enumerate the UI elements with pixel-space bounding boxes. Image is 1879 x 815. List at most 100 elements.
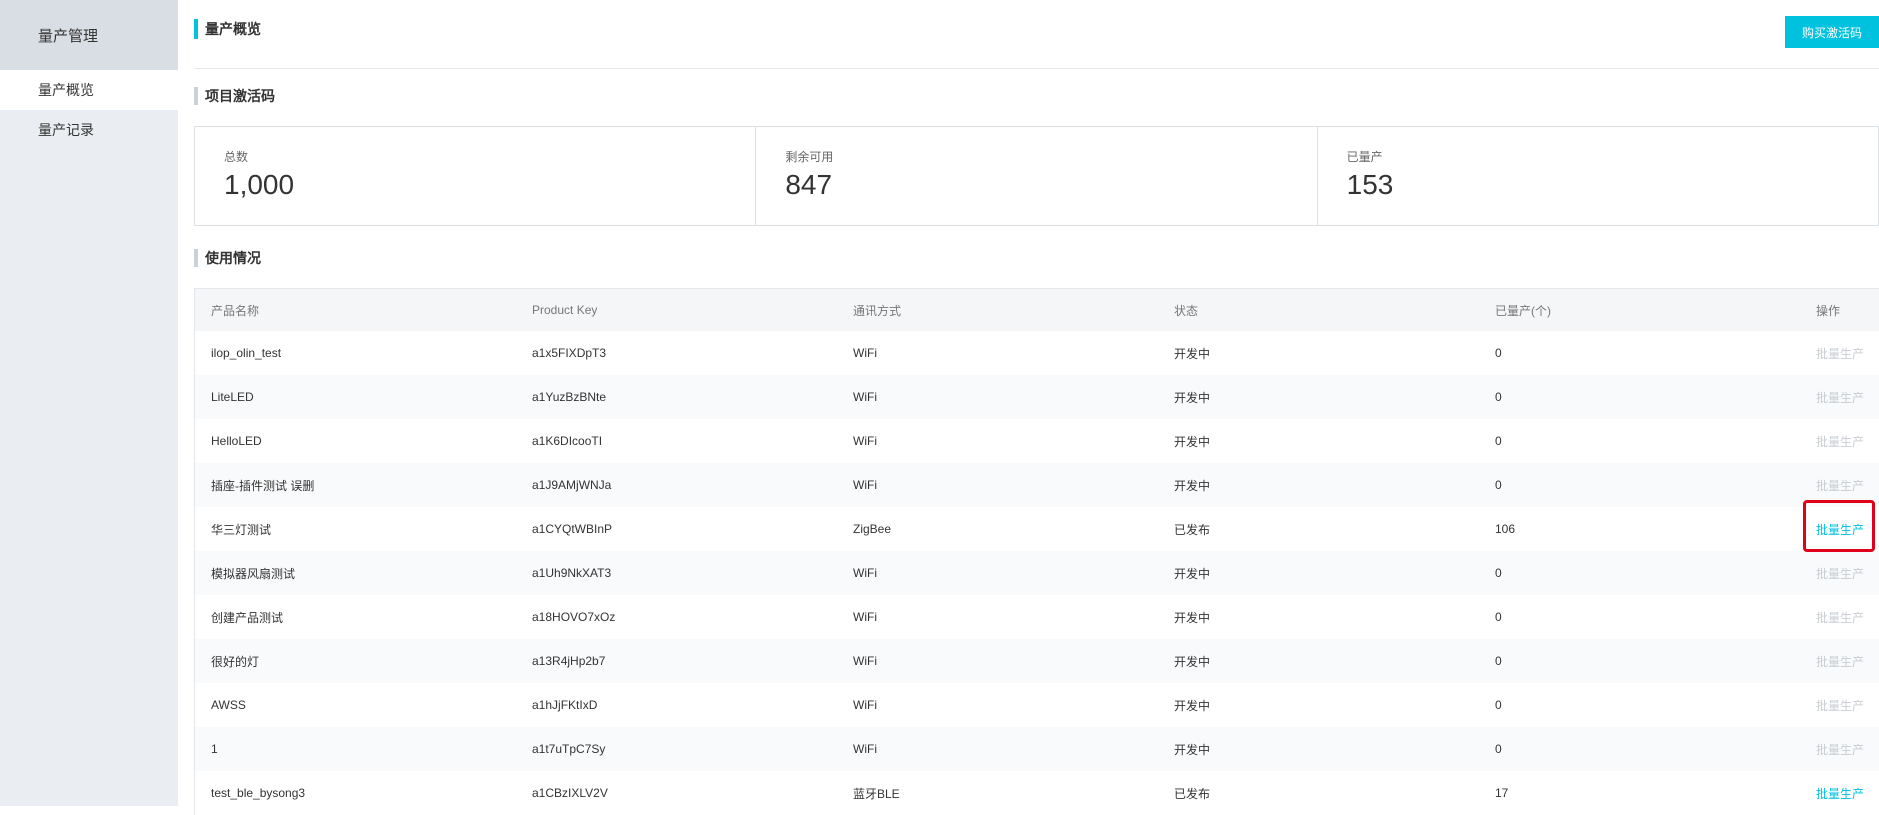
status-cell: 开发中 (1174, 654, 1211, 669)
product-key-cell: a1YuzBzBNte (532, 390, 607, 404)
action-cell: 批量生产 (1800, 697, 1879, 714)
product-key-cell: a1x5FIXDpT3 (532, 346, 607, 360)
column-header: 产品名称 (211, 303, 260, 318)
comm-method-cell: WiFi (853, 566, 877, 580)
highlight-box (1803, 500, 1875, 552)
produced-count-cell: 0 (1495, 610, 1502, 624)
produced-count-cell: 0 (1495, 566, 1502, 580)
product-key-cell: a13R4jHp2b7 (532, 654, 606, 668)
produced-count-cell: 0 (1495, 742, 1502, 756)
status-cell: 开发中 (1174, 346, 1211, 361)
product-name-cell: LiteLED (211, 390, 254, 404)
comm-method-cell: WiFi (853, 742, 877, 756)
batch-production-link[interactable]: 批量生产 (1816, 699, 1864, 713)
produced-count-cell: 0 (1495, 478, 1502, 492)
table-row: LiteLED a1YuzBzBNte WiFi 开发中 0 批量生产 (195, 375, 1879, 419)
comm-method-cell: WiFi (853, 346, 877, 360)
status-cell: 开发中 (1174, 742, 1211, 757)
comm-method-cell: WiFi (853, 610, 877, 624)
stat-remaining: 剩余可用 847 (756, 127, 1318, 225)
batch-production-link[interactable]: 批量生产 (1816, 655, 1864, 669)
product-name-cell: ilop_olin_test (211, 346, 282, 360)
buy-activation-code-button[interactable]: 购买激活码 (1785, 16, 1879, 48)
status-cell: 已发布 (1174, 786, 1211, 801)
batch-production-link[interactable]: 批量生产 (1816, 743, 1864, 757)
column-header: 状态 (1174, 303, 1199, 318)
product-key-cell: a1K6DIcooTI (532, 434, 603, 448)
stat-value: 153 (1346, 169, 1394, 200)
produced-count-cell: 0 (1495, 346, 1502, 360)
comm-method-cell: WiFi (853, 390, 877, 404)
usage-table: 产品名称 Product Key 通讯方式 状态 已量产(个) 操作 ilop_… (194, 288, 1879, 815)
produced-count-cell: 0 (1495, 698, 1502, 712)
product-key-cell: a1J9AMjWNJa (532, 478, 612, 492)
status-cell: 已发布 (1174, 522, 1211, 537)
product-name-cell: 华三灯测试 (211, 522, 272, 537)
table-header-row: 产品名称 Product Key 通讯方式 状态 已量产(个) 操作 (195, 288, 1879, 331)
batch-production-link[interactable]: 批量生产 (1816, 787, 1864, 801)
activation-section-label: 项目激活码 (205, 88, 275, 104)
sidebar-item-records[interactable]: 量产记录 (0, 110, 178, 150)
action-cell: 批量生产 (1800, 345, 1879, 362)
section-bar (194, 87, 198, 105)
status-cell: 开发中 (1174, 566, 1211, 581)
batch-production-link[interactable]: 批量生产 (1816, 611, 1864, 625)
product-key-cell: a18HOVO7xOz (532, 610, 616, 624)
stat-label: 已量产 (1346, 150, 1383, 164)
product-name-cell: 很好的灯 (211, 654, 260, 669)
produced-count-cell: 17 (1495, 786, 1509, 800)
produced-count-cell: 0 (1495, 434, 1502, 448)
action-cell: 批量生产 (1800, 565, 1879, 582)
section-bar (194, 249, 198, 267)
action-cell: 批量生产 (1800, 477, 1879, 494)
sidebar-item-overview[interactable]: 量产概览 (0, 70, 178, 110)
product-key-cell: a1hJjFKtIxD (532, 698, 598, 712)
produced-count-cell: 0 (1495, 390, 1502, 404)
comm-method-cell: WiFi (853, 698, 877, 712)
comm-method-cell: WiFi (853, 434, 877, 448)
usage-section-label: 使用情况 (205, 250, 261, 266)
table-row: 1 a1t7uTpC7Sy WiFi 开发中 0 批量生产 (195, 727, 1879, 771)
batch-production-link[interactable]: 批量生产 (1816, 347, 1864, 361)
table-row: 创建产品测试 a18HOVO7xOz WiFi 开发中 0 批量生产 (195, 595, 1879, 639)
sidebar: 量产管理 量产概览 量产记录 (0, 0, 178, 806)
status-cell: 开发中 (1174, 434, 1211, 449)
column-header: Product Key (532, 303, 598, 317)
product-key-cell: a1CBzIXLV2V (532, 786, 608, 800)
stat-value: 1,000 (224, 169, 295, 200)
comm-method-cell: WiFi (853, 654, 877, 668)
product-name-cell: 插座-插件测试 误删 (211, 478, 315, 493)
batch-production-link[interactable]: 批量生产 (1816, 435, 1864, 449)
product-key-cell: a1t7uTpC7Sy (532, 742, 606, 756)
product-name-cell: 模拟器风扇测试 (211, 566, 296, 581)
main-content: 量产概览 购买激活码 项目激活码 总数 1,000 剩余可用 847 已量产 1… (194, 0, 1879, 815)
stat-produced: 已量产 153 (1318, 127, 1878, 225)
status-cell: 开发中 (1174, 390, 1211, 405)
stat-label: 剩余可用 (785, 150, 834, 164)
batch-production-link[interactable]: 批量生产 (1816, 479, 1864, 493)
table-row: test_ble_bysong3 a1CBzIXLV2V 蓝牙BLE 已发布 17 批量生… (195, 771, 1879, 815)
page-title: 量产概览 (205, 21, 261, 37)
header-accent-bar (194, 19, 198, 39)
product-name-cell: AWSS (211, 698, 246, 712)
table-row: ilop_olin_test a1x5FIXDpT3 WiFi 开发中 0 批量生产 (195, 331, 1879, 375)
action-cell: 批量生产 (1800, 609, 1879, 626)
action-cell: 批量生产 (1800, 741, 1879, 758)
product-key-cell: a1CYQtWBInP (532, 522, 613, 536)
status-cell: 开发中 (1174, 610, 1211, 625)
status-cell: 开发中 (1174, 698, 1211, 713)
batch-production-link[interactable]: 批量生产 (1816, 391, 1864, 405)
column-header: 通讯方式 (853, 303, 902, 318)
batch-production-link[interactable]: 批量生产 (1816, 567, 1864, 581)
status-cell: 开发中 (1174, 478, 1211, 493)
product-key-cell: a1Uh9NkXAT3 (532, 566, 612, 580)
produced-count-cell: 0 (1495, 654, 1502, 668)
comm-method-cell: 蓝牙BLE (853, 786, 900, 801)
activation-section-title: 项目激活码 (194, 86, 275, 106)
produced-count-cell: 106 (1495, 522, 1516, 536)
table-row: AWSS a1hJjFKtIxD WiFi 开发中 0 批量生产 (195, 683, 1879, 727)
usage-section-title: 使用情况 (194, 248, 261, 268)
action-cell: 批量生产 (1800, 433, 1879, 450)
column-header: 操作 (1816, 303, 1841, 318)
table-row: 模拟器风扇测试 a1Uh9NkXAT3 WiFi 开发中 0 批量生产 (195, 551, 1879, 595)
